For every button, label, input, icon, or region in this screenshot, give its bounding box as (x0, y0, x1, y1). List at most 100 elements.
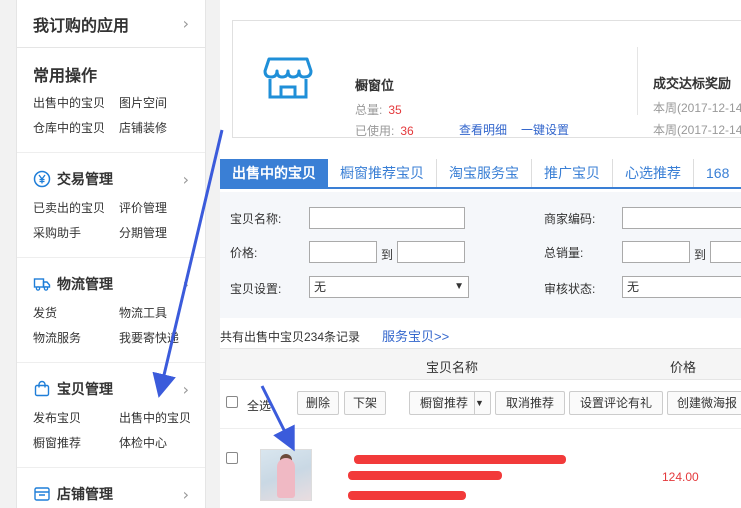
row-checkbox[interactable] (226, 452, 238, 464)
shop-icon (33, 485, 51, 503)
common-operations-title: 常用操作 (33, 68, 98, 85)
link-selling-items[interactable]: 出售中的宝贝 (33, 94, 119, 111)
item-setting-label: 宝贝设置: (230, 282, 282, 296)
sidebar: 我订购的应用 › 常用操作 出售中的宝贝 图片空间 仓库中的宝贝 店铺装修 交易… (16, 0, 206, 508)
item-name-input[interactable] (309, 207, 465, 229)
shop-header[interactable]: 店铺管理 › (33, 482, 189, 506)
view-details-link[interactable]: 查看明细 (459, 121, 507, 138)
unlist-button[interactable]: 下架 (344, 391, 386, 415)
sales-max-input[interactable] (710, 241, 741, 263)
tab-xinxuan-recommend[interactable]: 心选推荐 (613, 159, 694, 187)
showcase-total-label: 总量: (355, 103, 383, 117)
logistics-links: 发货 物流工具 物流服务 我要寄快递 (33, 296, 189, 362)
caret-down-icon[interactable]: ▼ (474, 392, 490, 414)
price-label: 价格: (230, 246, 258, 260)
trade-title: 交易管理 (57, 171, 113, 187)
chevron-right-icon: › (182, 484, 189, 504)
trade-links: 已卖出的宝贝 评价管理 采购助手 分期管理 (33, 191, 189, 257)
truck-icon (33, 275, 51, 293)
link-warehouse-items[interactable]: 仓库中的宝贝 (33, 119, 119, 136)
goods-links: 发布宝贝 出售中的宝贝 橱窗推荐 体检中心 (33, 401, 191, 467)
item-tabs: 出售中的宝贝 橱窗推荐宝贝 淘宝服务宝 推广宝贝 心选推荐 168 (220, 159, 741, 189)
item-name-label: 宝贝名称: (230, 212, 282, 226)
showcase-banner: 橱窗位 总量: 35 已使用: 36 查看明细 一键设置 成交达标奖励 本周(201… (232, 20, 741, 138)
tab-taobao-service[interactable]: 淘宝服务宝 (437, 159, 532, 187)
item-setting-select[interactable]: 无 ▼ (309, 276, 469, 298)
select-all-label: 全选 (247, 399, 272, 413)
yuan-icon (33, 170, 51, 188)
logistics-header[interactable]: 物流管理 › (33, 272, 189, 296)
cancel-recommend-button[interactable]: 取消推荐 (495, 391, 565, 415)
link-installment-management[interactable]: 分期管理 (119, 224, 205, 241)
link-sold-items[interactable]: 已卖出的宝贝 (33, 199, 119, 216)
chevron-right-icon: › (182, 169, 189, 189)
link-health-check[interactable]: 体检中心 (119, 434, 205, 451)
merchant-code-input[interactable] (622, 207, 741, 229)
sales-min-input[interactable] (622, 241, 690, 263)
link-logistics-service[interactable]: 物流服务 (33, 329, 119, 346)
showcase-title: 橱窗位 (355, 78, 395, 93)
trade-section: 交易管理 › 已卖出的宝贝 评价管理 采购助手 分期管理 (17, 153, 205, 258)
bulk-toolbar: 全选 删除 下架 橱窗推荐 ▼ 取消推荐 设置评论有礼 创建微海报 (220, 385, 741, 421)
common-operations-section: 常用操作 出售中的宝贝 图片空间 仓库中的宝贝 店铺装修 (17, 48, 205, 153)
main-content: 橱窗位 总量: 35 已使用: 36 查看明细 一键设置 成交达标奖励 本周(201… (220, 0, 741, 508)
item-setting-value: 无 (314, 280, 327, 294)
link-image-space[interactable]: 图片空间 (119, 94, 205, 111)
goods-header[interactable]: 宝贝管理 › (33, 377, 189, 401)
tab-window-recommend[interactable]: 橱窗推荐宝贝 (328, 159, 437, 187)
link-window-recommend[interactable]: 橱窗推荐 (33, 434, 119, 451)
logistics-header-label: 物流管理 (33, 274, 113, 294)
price-max-input[interactable] (397, 241, 465, 263)
logistics-title: 物流管理 (57, 276, 113, 292)
link-logistics-tools[interactable]: 物流工具 (119, 304, 205, 321)
window-recommend-button[interactable]: 橱窗推荐 ▼ (409, 391, 491, 415)
review-status-select[interactable]: 无 (622, 276, 741, 298)
review-gift-button[interactable]: 设置评论有礼 (569, 391, 663, 415)
banner-divider (637, 47, 638, 115)
showcase-used-value: 36 (400, 124, 414, 138)
create-poster-button[interactable]: 创建微海报 (667, 391, 741, 415)
thumbnail-figure-body (277, 458, 295, 498)
table-header: 宝贝名称 价格 (220, 348, 741, 380)
tab-168[interactable]: 168 (694, 159, 741, 187)
showcase-used: 已使用: 36 (355, 122, 414, 139)
common-operations-header: 常用操作 (33, 62, 189, 86)
link-shop-decoration[interactable]: 店铺装修 (119, 119, 205, 136)
link-selling-items-goods[interactable]: 出售中的宝贝 (119, 409, 205, 426)
subscribed-apps-row[interactable]: 我订购的应用 › (17, 0, 205, 48)
window-recommend-label: 橱窗推荐 (420, 396, 469, 410)
tab-promote-items[interactable]: 推广宝贝 (532, 159, 613, 187)
redaction-bar (348, 471, 502, 480)
link-ship[interactable]: 发货 (33, 304, 119, 321)
link-purchase-assistant[interactable]: 采购助手 (33, 224, 119, 241)
link-review-management[interactable]: 评价管理 (119, 199, 205, 216)
reward-week-1: 本周(2017-12-14 (653, 101, 741, 115)
link-send-express[interactable]: 我要寄快递 (119, 329, 205, 346)
trade-header[interactable]: 交易管理 › (33, 167, 189, 191)
one-click-setting-link[interactable]: 一键设置 (521, 121, 569, 138)
item-thumbnail[interactable] (260, 449, 312, 501)
shop-title: 店铺管理 (57, 486, 113, 502)
logistics-section: 物流管理 › 发货 物流工具 物流服务 我要寄快递 (17, 258, 205, 363)
reward-title: 成交达标奖励 (653, 76, 732, 91)
common-operations-links: 出售中的宝贝 图片空间 仓库中的宝贝 店铺装修 (33, 86, 189, 152)
col-item-name: 宝贝名称 (426, 360, 479, 375)
redaction-bar (354, 455, 566, 464)
service-items-link[interactable]: 服务宝贝>> (382, 326, 449, 345)
shopping-bag-icon (33, 380, 51, 398)
select-all-checkbox[interactable] (226, 396, 238, 408)
storefront-icon (263, 55, 313, 104)
chevron-right-icon: › (182, 274, 189, 294)
link-publish-item[interactable]: 发布宝贝 (33, 409, 119, 426)
chevron-right-icon: › (182, 379, 189, 399)
delete-button[interactable]: 删除 (297, 391, 339, 415)
showcase-total-value: 35 (388, 103, 402, 117)
table-row: 124.00 (220, 428, 741, 508)
col-price: 价格 (670, 360, 697, 375)
tab-selling-items[interactable]: 出售中的宝贝 (220, 159, 328, 187)
price-min-input[interactable] (309, 241, 377, 263)
goods-section: 宝贝管理 › 发布宝贝 出售中的宝贝 橱窗推荐 体检中心 (17, 363, 205, 468)
goods-title: 宝贝管理 (57, 381, 113, 397)
sales-to-label: 到 (694, 248, 707, 262)
reward-week-2: 本周(2017-12-14 (653, 123, 741, 137)
